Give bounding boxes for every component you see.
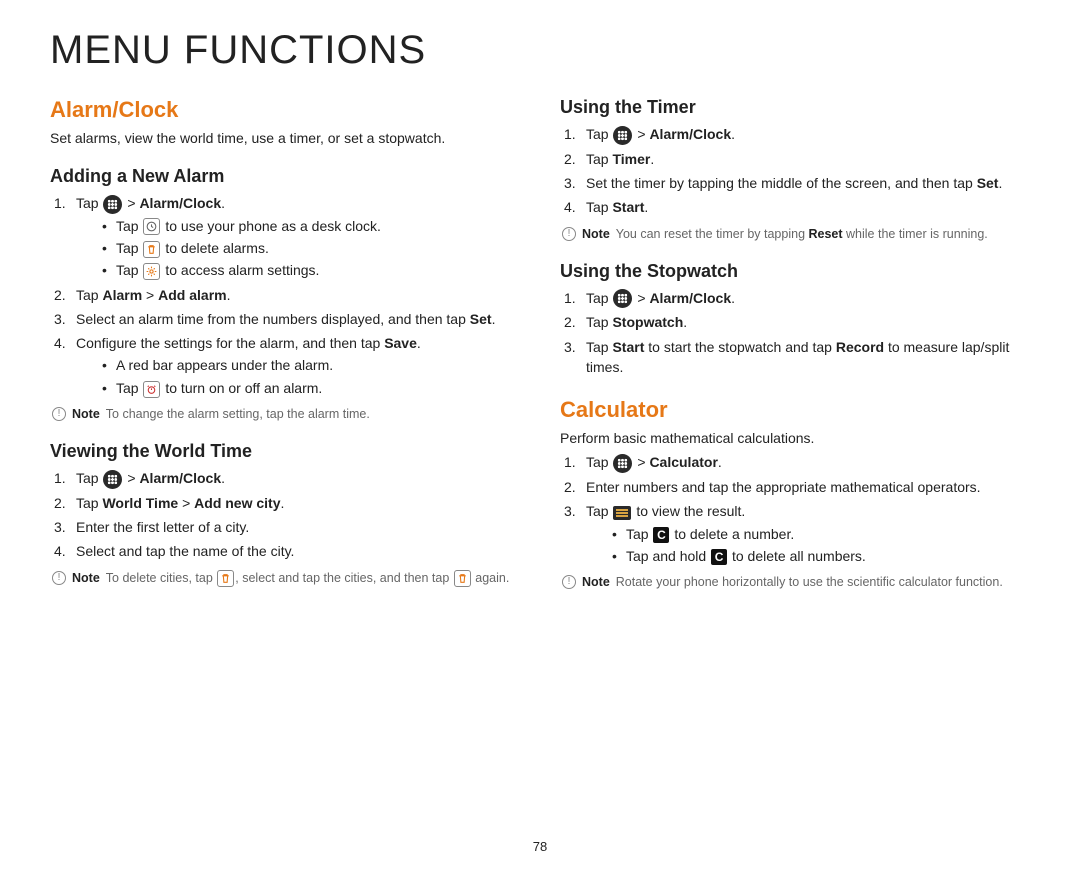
adding-alarm-steps: Tap > Alarm/Clock. Tap to use your phone… — [50, 193, 520, 398]
calc-step-3: Tap to view the result. Tap C to delete … — [560, 501, 1030, 566]
trash-icon — [217, 570, 234, 587]
trash-icon — [454, 570, 471, 587]
info-icon: ! — [562, 227, 576, 241]
calc-intro: Perform basic mathematical calculations. — [560, 429, 1030, 448]
timer-steps: Tap > Alarm/Clock. Tap Timer. Set the ti… — [560, 124, 1030, 218]
apps-icon — [613, 454, 632, 473]
adding-step1-bullets: Tap to use your phone as a desk clock. T… — [76, 216, 520, 281]
stopwatch-step-2: Tap Stopwatch. — [560, 312, 1030, 332]
info-icon: ! — [52, 571, 66, 585]
adding-step-4: Configure the settings for the alarm, an… — [50, 333, 520, 398]
menu-icon — [613, 506, 631, 520]
heading-timer: Using the Timer — [560, 97, 1030, 118]
stopwatch-step-1: Tap > Alarm/Clock. — [560, 288, 1030, 309]
timer-step-4: Tap Start. — [560, 197, 1030, 217]
info-icon: ! — [52, 407, 66, 421]
alarm-intro: Set alarms, view the world time, use a t… — [50, 129, 520, 148]
note-calculator: ! Note Rotate your phone horizontally to… — [560, 574, 1030, 591]
world-step-3: Enter the first letter of a city. — [50, 517, 520, 537]
gear-icon — [143, 263, 160, 280]
world-step-2: Tap World Time > Add new city. — [50, 493, 520, 513]
heading-calculator: Calculator — [560, 397, 1030, 423]
page-title: MENU FUNCTIONS — [50, 28, 1030, 73]
bullet-red-bar: A red bar appears under the alarm. — [76, 355, 520, 375]
left-column: Alarm/Clock Set alarms, view the world t… — [50, 91, 520, 595]
calc-steps: Tap > Calculator. Enter numbers and tap … — [560, 452, 1030, 566]
apps-icon — [103, 195, 122, 214]
heading-adding-alarm: Adding a New Alarm — [50, 166, 520, 187]
world-step-1: Tap > Alarm/Clock. — [50, 468, 520, 489]
apps-icon — [613, 289, 632, 308]
calc-step3-bullets: Tap C to delete a number. Tap and hold C… — [586, 524, 1030, 567]
note-world-time: ! Note To delete cities, tap , select an… — [50, 570, 520, 587]
adding-step-2: Tap Alarm > Add alarm. — [50, 285, 520, 305]
bullet-delete-number: Tap C to delete a number. — [586, 524, 1030, 544]
world-step-4: Select and tap the name of the city. — [50, 541, 520, 561]
trash-icon — [143, 241, 160, 258]
alarm-toggle-icon — [143, 381, 160, 398]
bullet-desk-clock: Tap to use your phone as a desk clock. — [76, 216, 520, 236]
apps-icon — [613, 126, 632, 145]
bullet-delete-alarms: Tap to delete alarms. — [76, 238, 520, 258]
heading-world-time: Viewing the World Time — [50, 441, 520, 462]
timer-step-2: Tap Timer. — [560, 149, 1030, 169]
heading-alarm-clock: Alarm/Clock — [50, 97, 520, 123]
info-icon: ! — [562, 575, 576, 589]
content-columns: Alarm/Clock Set alarms, view the world t… — [50, 91, 1030, 595]
note-timer: ! Note You can reset the timer by tappin… — [560, 226, 1030, 243]
calc-step-1: Tap > Calculator. — [560, 452, 1030, 473]
bullet-alarm-settings: Tap to access alarm settings. — [76, 260, 520, 280]
stopwatch-step-3: Tap Start to start the stopwatch and tap… — [560, 337, 1030, 378]
stopwatch-steps: Tap > Alarm/Clock. Tap Stopwatch. Tap St… — [560, 288, 1030, 378]
bullet-toggle-alarm: Tap to turn on or off an alarm. — [76, 378, 520, 398]
calc-step-2: Enter numbers and tap the appropriate ma… — [560, 477, 1030, 497]
adding-step-3: Select an alarm time from the numbers di… — [50, 309, 520, 329]
heading-stopwatch: Using the Stopwatch — [560, 261, 1030, 282]
timer-step-1: Tap > Alarm/Clock. — [560, 124, 1030, 145]
apps-icon — [103, 470, 122, 489]
bullet-delete-all: Tap and hold C to delete all numbers. — [586, 546, 1030, 566]
right-column: Using the Timer Tap > Alarm/Clock. Tap T… — [560, 91, 1030, 595]
page-number: 78 — [0, 839, 1080, 854]
clear-key-icon: C — [711, 549, 727, 565]
clock-icon — [143, 218, 160, 235]
world-time-steps: Tap > Alarm/Clock. Tap World Time > Add … — [50, 468, 520, 562]
adding-step-1: Tap > Alarm/Clock. Tap to use your phone… — [50, 193, 520, 281]
timer-step-3: Set the timer by tapping the middle of t… — [560, 173, 1030, 193]
clear-key-icon: C — [653, 527, 669, 543]
adding-step4-bullets: A red bar appears under the alarm. Tap t… — [76, 355, 520, 398]
note-adding-alarm: ! Note To change the alarm setting, tap … — [50, 406, 520, 423]
